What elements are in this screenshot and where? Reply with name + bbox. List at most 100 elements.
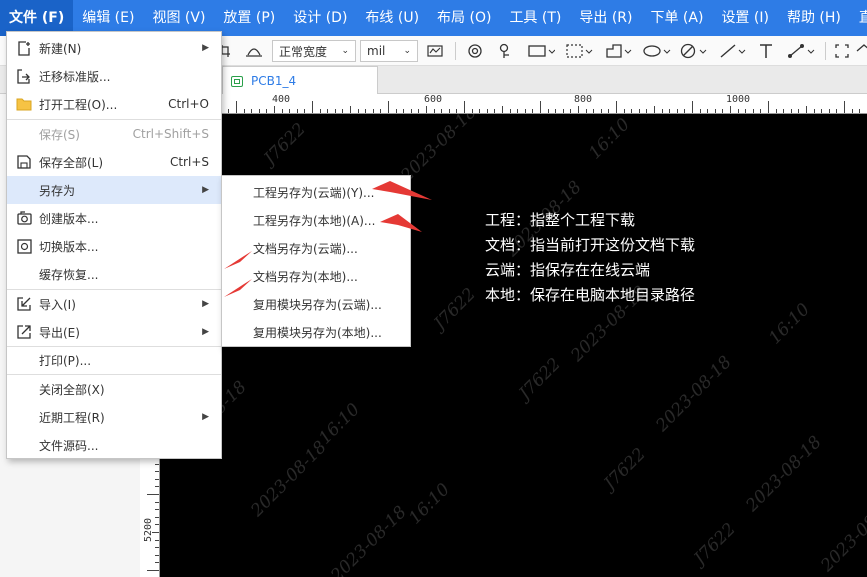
watermark: 16:10 (765, 299, 814, 349)
menu-export[interactable]: 导出 (R) (570, 0, 641, 36)
ruler-tick (714, 109, 716, 113)
measure-icon[interactable] (425, 40, 445, 62)
watermark: 16:10 (315, 399, 364, 449)
ruler-tick (155, 486, 159, 488)
ruler-tick (600, 109, 602, 113)
ruler-tick (350, 106, 351, 113)
menu-item-label: 导入(I) (39, 297, 76, 312)
fit-view-icon[interactable] (832, 40, 852, 62)
arc-tool-icon[interactable] (244, 40, 264, 62)
ruler-tick (646, 109, 648, 113)
ruler-label: 600 (424, 94, 443, 105)
ellipse-icon[interactable] (641, 40, 673, 62)
menu-item-label: 新建(N) (39, 41, 82, 56)
lasso-select-icon[interactable] (564, 40, 594, 62)
line-tool-icon[interactable] (718, 40, 748, 62)
ruler-tick (464, 101, 465, 113)
menu-design[interactable]: 设计 (D) (284, 0, 356, 36)
chevron-right-icon: ▶ (202, 327, 209, 337)
ruler-tick (524, 109, 526, 113)
menu-layout[interactable]: 布局 (O) (428, 0, 500, 36)
menu-help[interactable]: 帮助 (H) (778, 0, 850, 36)
menu-item-label: 保存(S) (39, 127, 80, 142)
ruler-tick (555, 109, 557, 113)
menu-item-new[interactable]: 新建(N) ▶ (7, 34, 221, 62)
ruler-tick (471, 109, 473, 113)
switch-version-icon (16, 238, 32, 254)
ruler-tick (836, 109, 838, 113)
dimension-icon[interactable] (786, 40, 818, 62)
watermark: 2023-08-18 (742, 432, 826, 516)
ruler-tick (155, 509, 159, 511)
home-icon[interactable] (856, 40, 867, 62)
submenu-item-project-save-cloud[interactable]: 工程另存为(云端)(Y)... (222, 178, 410, 206)
ruler-tick (570, 109, 572, 113)
menu-item-recent-projects[interactable]: 近期工程(R) ▶ (7, 403, 221, 431)
ruler-tick (745, 109, 747, 113)
menu-item-create-version[interactable]: 创建版本... (7, 204, 221, 232)
ruler-tick (155, 501, 159, 503)
unit-select[interactable]: mil ⌄ (360, 40, 418, 62)
menu-tools[interactable]: 工具 (T) (500, 0, 570, 36)
ruler-tick (456, 109, 458, 113)
menu-item-export[interactable]: 导出(E) ▶ (7, 318, 221, 346)
menu-item-print[interactable]: 打印(P)... (7, 346, 221, 374)
ruler-tick (155, 554, 159, 556)
ruler-tick (357, 109, 359, 113)
menu-item-migrate[interactable]: 迁移标准版... (7, 62, 221, 90)
submenu-item-project-save-local[interactable]: 工程另存为(本地)(A)... (222, 206, 410, 234)
menu-item-label: 创建版本... (39, 211, 99, 226)
polygon-icon[interactable] (604, 40, 634, 62)
ruler-tick (418, 109, 420, 113)
menu-item-cache-restore[interactable]: 缓存恢复... (7, 260, 221, 288)
menu-item-switch-version[interactable]: 切换版本... (7, 232, 221, 260)
ruler-tick (790, 109, 792, 113)
menu-item-import[interactable]: 导入(I) ▶ (7, 290, 221, 318)
menu-item-open-project[interactable]: 打开工程(O)... Ctrl+O (7, 90, 221, 118)
import-icon (16, 296, 32, 312)
ruler-tick (155, 562, 159, 564)
pin-icon[interactable] (496, 40, 516, 62)
menu-item-save-all[interactable]: 保存全部(L) Ctrl+S (7, 148, 221, 176)
ruler-tick (760, 109, 762, 113)
menu-item-label: 缓存恢复... (39, 267, 99, 282)
menu-place[interactable]: 放置 (P) (214, 0, 284, 36)
ruler-tick (768, 101, 769, 113)
ruler-tick (236, 101, 237, 113)
submenu-item-doc-save-cloud[interactable]: 文档另存为(云端)... (222, 234, 410, 262)
ruler-tick (258, 109, 260, 113)
submenu-item-module-save-cloud[interactable]: 复用模块另存为(云端)... (222, 290, 410, 318)
annotation-line: 本地：保存在电脑本地目录路径 (485, 286, 696, 304)
submenu-item-module-save-local[interactable]: 复用模块另存为(本地)... (222, 318, 410, 346)
file-menu: 新建(N) ▶ 迁移标准版... 打开工程(O)... Ctrl+O 保存(S)… (6, 31, 222, 459)
rect-select-icon[interactable] (526, 40, 556, 62)
save-as-submenu: 工程另存为(云端)(Y)... 工程另存为(本地)(A)... 文档另存为(云端… (221, 175, 411, 347)
menu-item-save[interactable]: 保存(S) Ctrl+Shift+S (7, 120, 221, 148)
menu-item-save-as[interactable]: 另存为 ▶ (7, 176, 221, 204)
ruler-tick (274, 106, 275, 113)
menu-route[interactable]: 布线 (U) (356, 0, 428, 36)
menu-item-label: 保存全部(L) (39, 155, 104, 170)
menu-overflow[interactable]: 直 (850, 0, 867, 36)
ruler-tick (155, 547, 159, 549)
watermark: 2023-08-18 (247, 437, 331, 521)
menu-order[interactable]: 下单 (A) (641, 0, 712, 36)
submenu-item-doc-save-local[interactable]: 文档另存为(本地)... (222, 262, 410, 290)
tab-pcb[interactable]: PCB1_4 (222, 66, 378, 95)
text-tool-icon[interactable] (756, 40, 776, 62)
save-icon (16, 154, 32, 170)
watermark: J7622 (260, 119, 310, 169)
ruler-label: 400 (272, 94, 291, 105)
via-icon[interactable] (465, 40, 485, 62)
watermark: 2023-08-18 (652, 352, 736, 436)
menu-item-label: 打印(P)... (39, 353, 92, 368)
ruler-tick (228, 109, 230, 113)
no-connect-icon[interactable] (678, 40, 710, 62)
toolbar-divider (455, 42, 456, 60)
menu-item-close-all[interactable]: 关闭全部(X) (7, 375, 221, 403)
ruler-tick (638, 109, 640, 113)
menu-settings[interactable]: 设置 (I) (712, 0, 778, 36)
line-width-select[interactable]: 正常宽度 ⌄ (272, 40, 356, 62)
ruler-tick (155, 539, 159, 541)
menu-item-file-source[interactable]: 文件源码... (7, 431, 221, 459)
